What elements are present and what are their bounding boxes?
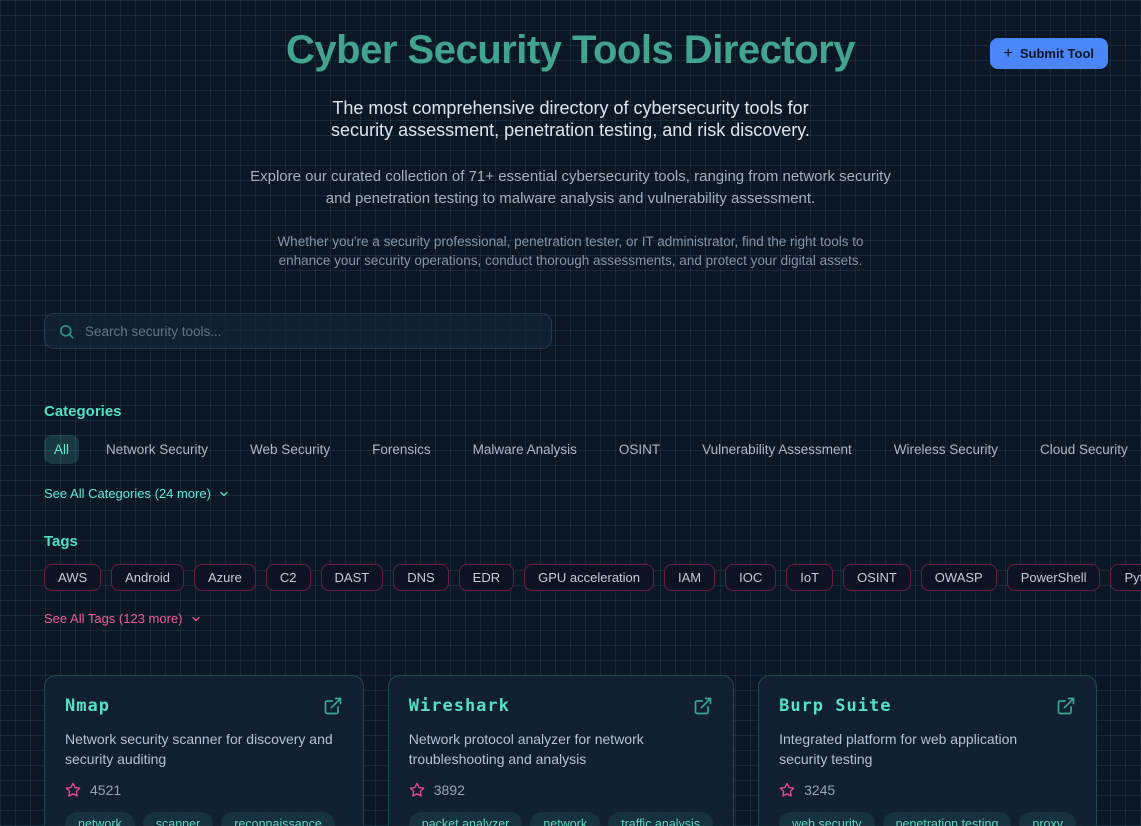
- tag-pill-android[interactable]: Android: [111, 564, 184, 591]
- tool-tag: scanner: [143, 812, 213, 826]
- tool-name: Wireshark: [409, 696, 510, 716]
- tool-card-grid: Nmap Network security scanner for discov…: [44, 675, 1097, 826]
- tag-pill-azure[interactable]: Azure: [194, 564, 256, 591]
- tag-pill-ioc[interactable]: IOC: [725, 564, 776, 591]
- tool-tag-row: network scanner reconnaissance: [65, 812, 343, 826]
- tool-tag: web security: [779, 812, 874, 826]
- category-pill-osint[interactable]: OSINT: [604, 435, 675, 464]
- tag-pill-edr[interactable]: EDR: [459, 564, 514, 591]
- tool-description: Network security scanner for discovery a…: [65, 729, 343, 769]
- tool-card[interactable]: Burp Suite Integrated platform for web a…: [758, 675, 1097, 826]
- tag-pill-iam[interactable]: IAM: [664, 564, 715, 591]
- tool-name: Nmap: [65, 696, 110, 716]
- tool-tag: proxy: [1019, 812, 1076, 826]
- chevron-down-icon: [190, 613, 202, 625]
- category-pill-vulnerability-assessment[interactable]: Vulnerability Assessment: [687, 435, 867, 464]
- star-icon: [409, 782, 425, 798]
- tool-tag: network: [65, 812, 135, 826]
- star-icon: [65, 782, 81, 798]
- tool-description: Network protocol analyzer for network tr…: [409, 729, 689, 769]
- categories-section: Categories All Network Security Web Securi…: [44, 403, 1097, 503]
- category-pill-forensics[interactable]: Forensics: [357, 435, 446, 464]
- tool-card[interactable]: Nmap Network security scanner for discov…: [44, 675, 364, 826]
- tag-pill-dns[interactable]: DNS: [393, 564, 448, 591]
- tool-tag: packet analyzer: [409, 812, 523, 826]
- chevron-down-icon: [218, 488, 230, 500]
- tag-pill-c2[interactable]: C2: [266, 564, 311, 591]
- star-count: 4521: [90, 782, 121, 798]
- tag-pill-powershell[interactable]: PowerShell: [1007, 564, 1101, 591]
- tool-tag-row: web security penetration testing proxy: [779, 812, 1076, 826]
- category-pill-wireless-security[interactable]: Wireless Security: [879, 435, 1013, 464]
- tag-pill-aws[interactable]: AWS: [44, 564, 101, 591]
- category-pill-malware-analysis[interactable]: Malware Analysis: [458, 435, 592, 464]
- tool-tag-row: packet analyzer network traffic analysis: [409, 812, 713, 826]
- external-link-icon[interactable]: [1056, 696, 1076, 716]
- tag-pill-python-security[interactable]: Python security: [1110, 564, 1141, 591]
- star-row: 4521: [65, 782, 343, 798]
- star-row: 3245: [779, 782, 1076, 798]
- tool-tag: network: [530, 812, 600, 826]
- plus-icon: +: [1004, 46, 1013, 62]
- search-input[interactable]: [85, 324, 538, 339]
- external-link-icon[interactable]: [323, 696, 343, 716]
- star-row: 3892: [409, 782, 713, 798]
- tool-tag: traffic analysis: [608, 812, 713, 826]
- submit-tool-label: Submit Tool: [1020, 46, 1094, 61]
- category-pill-web-security[interactable]: Web Security: [235, 435, 345, 464]
- tool-name: Burp Suite: [779, 696, 891, 716]
- star-icon: [779, 782, 795, 798]
- page-subtitle: The most comprehensive directory of cybe…: [301, 97, 841, 141]
- external-link-icon[interactable]: [693, 696, 713, 716]
- see-all-categories-label: See All Categories (24 more): [44, 486, 211, 501]
- tags-section: Tags AWS Android Azure C2 DAST DNS EDR GPU acce…: [44, 533, 1097, 628]
- tool-tag: reconnaissance: [221, 812, 335, 826]
- star-count: 3892: [434, 782, 465, 798]
- search-icon: [58, 323, 75, 340]
- page-description: Explore our curated collection of 71+ es…: [248, 166, 893, 210]
- hero-section: Cyber Security Tools Directory The most …: [44, 0, 1097, 270]
- category-pill-network-security[interactable]: Network Security: [91, 435, 223, 464]
- category-pill-all[interactable]: All: [44, 435, 79, 464]
- star-count: 3245: [804, 782, 835, 798]
- search-box[interactable]: [44, 313, 552, 349]
- category-pill-row: All Network Security Web Security Forensics…: [44, 435, 1097, 464]
- submit-tool-button[interactable]: + Submit Tool: [990, 38, 1108, 69]
- tag-pill-iot[interactable]: IoT: [786, 564, 833, 591]
- page-tagline: Whether you're a security professional, …: [263, 232, 878, 270]
- tag-pill-gpu-acceleration[interactable]: GPU acceleration: [524, 564, 654, 591]
- search-section: [44, 313, 1097, 349]
- tool-card[interactable]: Wireshark Network protocol analyzer for …: [388, 675, 734, 826]
- tag-pill-owasp[interactable]: OWASP: [921, 564, 997, 591]
- see-all-tags-link[interactable]: See All Tags (123 more): [44, 611, 202, 626]
- see-all-categories-link[interactable]: See All Categories (24 more): [44, 486, 230, 501]
- tool-description: Integrated platform for web application …: [779, 729, 1059, 769]
- tag-pill-dast[interactable]: DAST: [321, 564, 384, 591]
- tool-tag: penetration testing: [883, 812, 1012, 826]
- tags-heading: Tags: [44, 533, 1097, 550]
- category-pill-cloud-security[interactable]: Cloud Security: [1025, 435, 1141, 464]
- categories-heading: Categories: [44, 403, 1097, 420]
- page-title: Cyber Security Tools Directory: [44, 30, 1097, 70]
- tag-pill-row: AWS Android Azure C2 DAST DNS EDR GPU accelerat…: [44, 564, 1097, 591]
- see-all-tags-label: See All Tags (123 more): [44, 611, 183, 626]
- tag-pill-osint[interactable]: OSINT: [843, 564, 911, 591]
